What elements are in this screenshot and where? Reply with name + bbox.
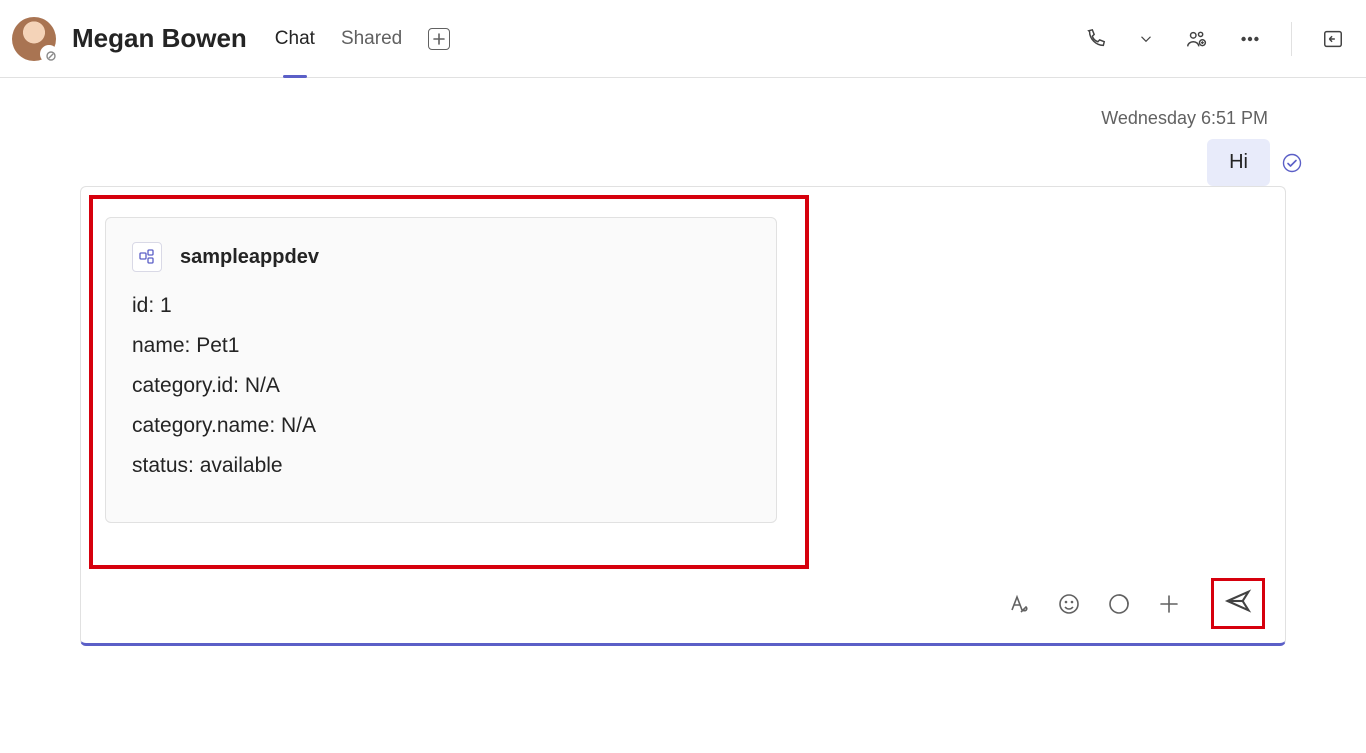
chevron-down-icon[interactable] (1137, 26, 1155, 52)
adaptive-card[interactable]: sampleappdev id: 1 name: Pet1 category.i… (105, 217, 777, 523)
actions-plus-icon[interactable] (1155, 590, 1183, 618)
tab-shared[interactable]: Shared (341, 22, 402, 56)
chat-header: Megan Bowen Chat Shared (0, 0, 1366, 78)
people-add-icon[interactable] (1183, 26, 1209, 52)
chat-title: Megan Bowen (72, 23, 247, 54)
loop-icon[interactable] (1105, 590, 1133, 618)
app-icon (132, 242, 162, 272)
add-tab-button[interactable] (428, 28, 450, 50)
card-line: category.id: N/A (132, 374, 750, 398)
outgoing-message-row: Hi (40, 139, 1326, 186)
compose-toolbar (99, 572, 1267, 631)
card-line: id: 1 (132, 294, 750, 318)
card-header: sampleappdev (132, 242, 750, 272)
presence-offline-icon (44, 49, 58, 63)
message-timestamp: Wednesday 6:51 PM (40, 108, 1326, 129)
card-app-name: sampleappdev (180, 246, 319, 269)
format-icon[interactable] (1005, 590, 1033, 618)
read-receipt-icon (1282, 153, 1302, 173)
avatar[interactable] (12, 17, 56, 61)
open-pane-icon[interactable] (1320, 26, 1346, 52)
header-actions (1083, 22, 1346, 56)
send-button[interactable] (1211, 578, 1265, 629)
conversation-area: Wednesday 6:51 PM Hi (0, 78, 1366, 753)
call-icon[interactable] (1083, 26, 1109, 52)
more-icon[interactable] (1237, 26, 1263, 52)
card-line: status: available (132, 454, 750, 478)
compose-box[interactable]: sampleappdev id: 1 name: Pet1 category.i… (80, 186, 1286, 646)
tabs: Chat Shared (275, 22, 450, 56)
emoji-icon[interactable] (1055, 590, 1083, 618)
card-line: category.name: N/A (132, 414, 750, 438)
card-line: name: Pet1 (132, 334, 750, 358)
outgoing-message-bubble[interactable]: Hi (1207, 139, 1270, 186)
tab-chat[interactable]: Chat (275, 22, 315, 56)
separator (1291, 22, 1292, 56)
